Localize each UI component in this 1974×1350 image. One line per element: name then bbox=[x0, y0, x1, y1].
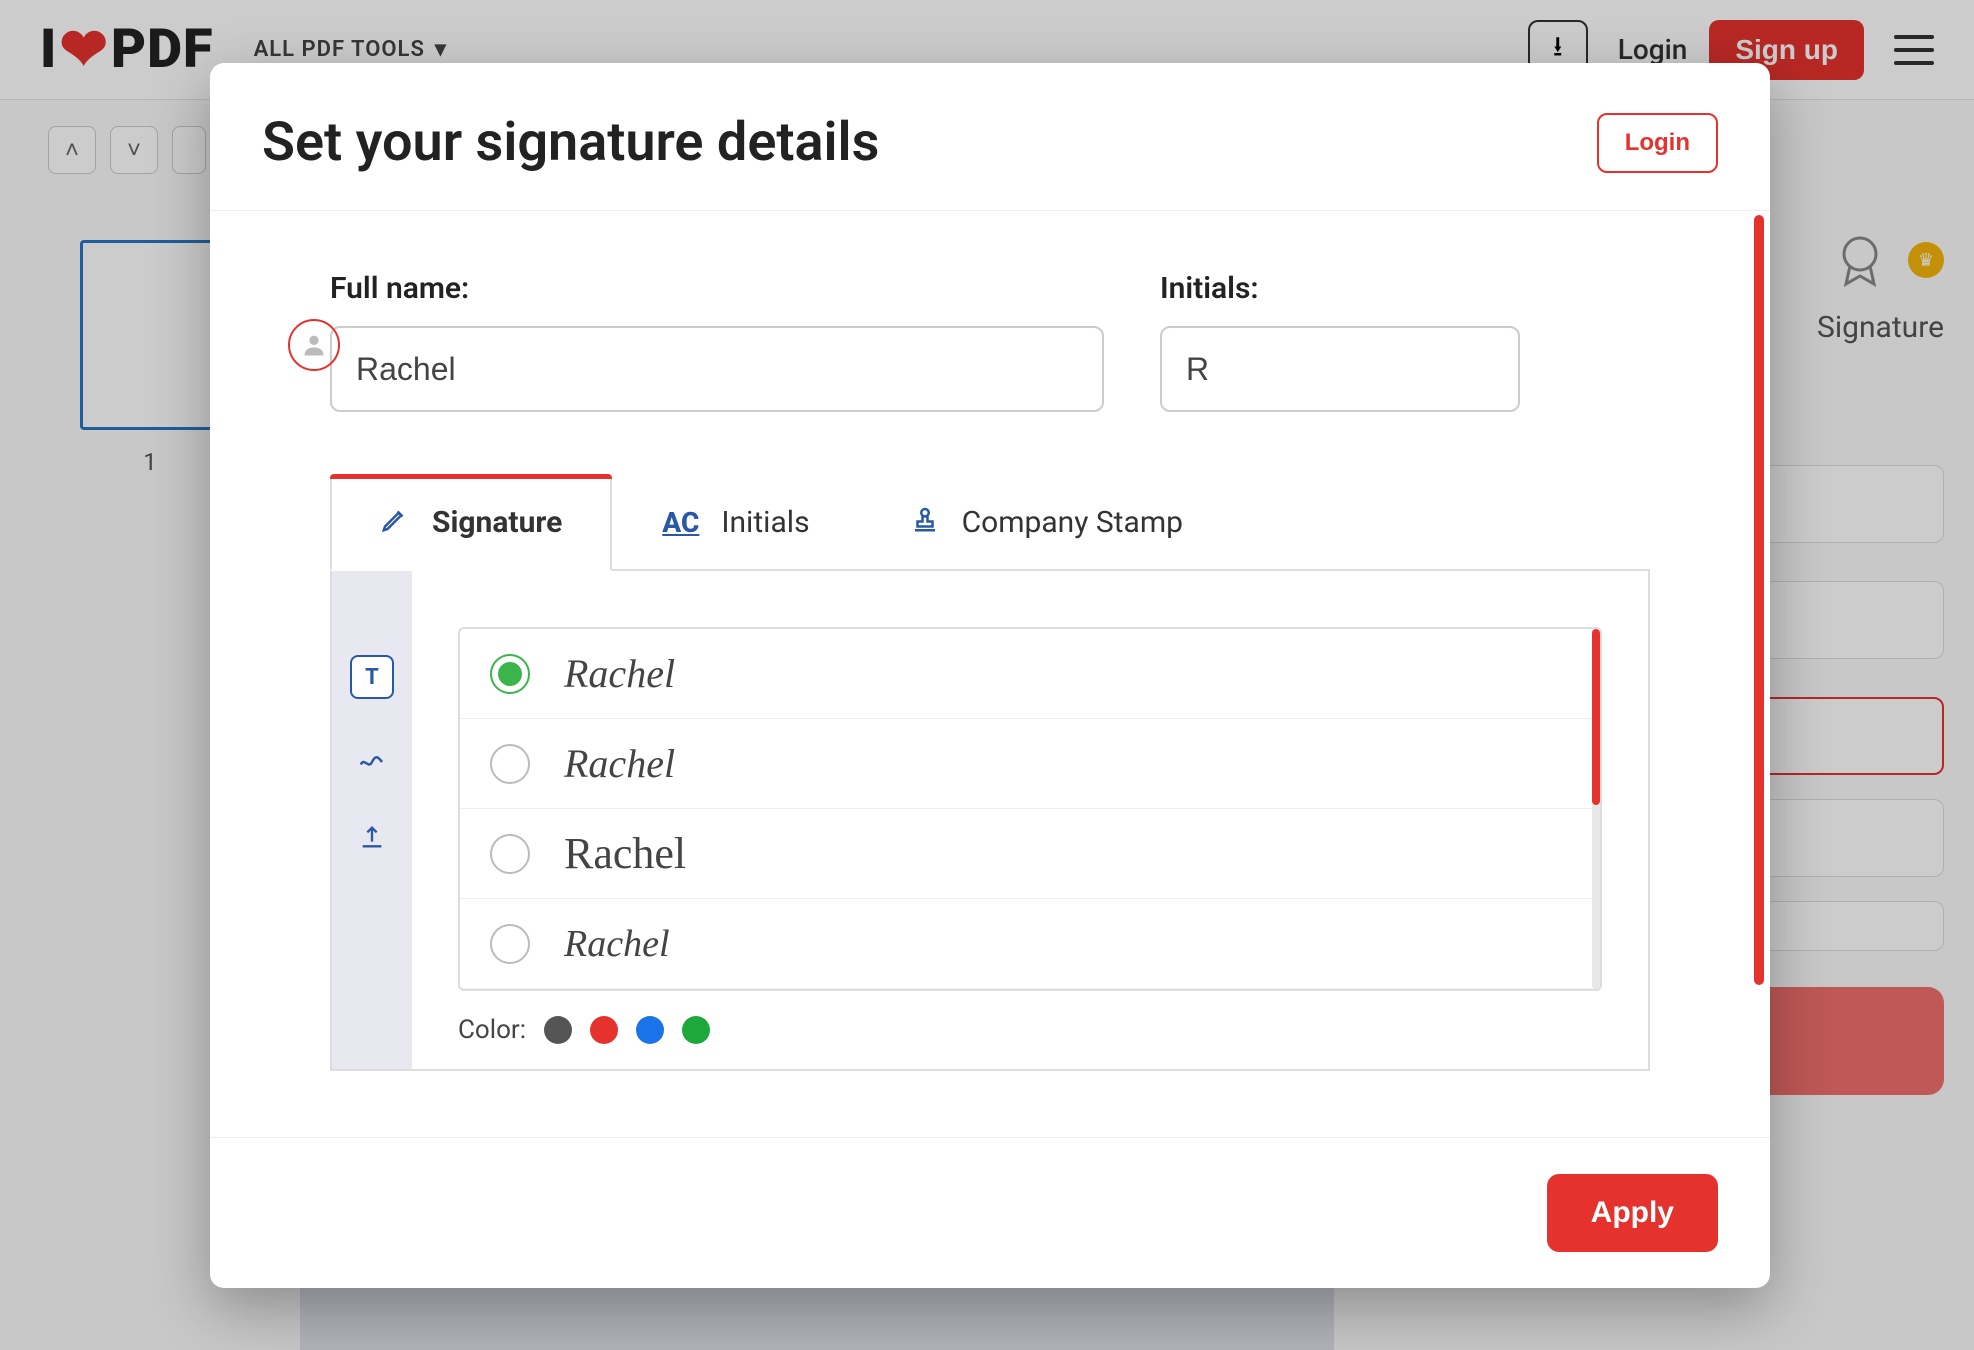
modal-footer: Apply bbox=[210, 1137, 1770, 1288]
fullname-input[interactable] bbox=[330, 326, 1104, 412]
initials-input[interactable] bbox=[1160, 326, 1520, 412]
modal-scrollbar[interactable] bbox=[1754, 215, 1764, 985]
font-option-1[interactable]: Rachel bbox=[460, 629, 1600, 719]
tab-signature-label: Signature bbox=[432, 505, 562, 540]
signature-modal: Set your signature details Login Full na… bbox=[210, 63, 1770, 1288]
pen-icon bbox=[380, 504, 410, 541]
tab-company-stamp-label: Company Stamp bbox=[962, 505, 1183, 540]
font-preview-2: Rachel bbox=[564, 740, 675, 787]
tab-initials[interactable]: AC Initials bbox=[612, 474, 859, 569]
fullname-label: Full name: bbox=[330, 271, 1104, 306]
initials-ac-icon: AC bbox=[662, 506, 699, 539]
tab-initials-label: Initials bbox=[721, 505, 809, 540]
font-preview-1: Rachel bbox=[564, 650, 675, 697]
font-options-panel: Rachel Rachel Rachel Rachel bbox=[412, 571, 1648, 1069]
color-swatch-red[interactable] bbox=[590, 1016, 618, 1044]
font-option-3[interactable]: Rachel bbox=[460, 809, 1600, 899]
radio-unselected[interactable] bbox=[490, 744, 530, 784]
draw-mode-button[interactable] bbox=[350, 735, 394, 779]
font-list[interactable]: Rachel Rachel Rachel Rachel bbox=[458, 627, 1602, 991]
color-swatch-grey[interactable] bbox=[544, 1016, 572, 1044]
initials-field-block: Initials: bbox=[1160, 271, 1520, 412]
font-preview-3: Rachel bbox=[564, 828, 686, 879]
modal-login-button[interactable]: Login bbox=[1597, 113, 1718, 173]
color-picker-row: Color: bbox=[458, 1015, 1602, 1045]
color-swatch-green[interactable] bbox=[682, 1016, 710, 1044]
radio-unselected[interactable] bbox=[490, 924, 530, 964]
fullname-field-block: Full name: bbox=[330, 271, 1104, 412]
stamp-icon bbox=[910, 504, 940, 541]
radio-unselected[interactable] bbox=[490, 834, 530, 874]
upload-mode-button[interactable] bbox=[350, 815, 394, 859]
font-preview-4: Rachel bbox=[564, 922, 670, 966]
initials-label: Initials: bbox=[1160, 271, 1520, 306]
apply-button[interactable]: Apply bbox=[1547, 1174, 1718, 1252]
avatar-icon bbox=[288, 319, 340, 371]
modal-body: Full name: Initials: Signature AC Initia… bbox=[210, 211, 1770, 1137]
signature-mode-sidebar: T bbox=[332, 571, 412, 1069]
font-option-4[interactable]: Rachel bbox=[460, 899, 1600, 989]
modal-header: Set your signature details Login bbox=[210, 63, 1770, 211]
radio-selected[interactable] bbox=[490, 654, 530, 694]
signature-style-panel: T Rachel Rache bbox=[330, 571, 1650, 1071]
modal-title: Set your signature details bbox=[262, 111, 879, 174]
tab-signature[interactable]: Signature bbox=[330, 474, 612, 571]
text-mode-button[interactable]: T bbox=[350, 655, 394, 699]
signature-tabs: Signature AC Initials Company Stamp bbox=[330, 474, 1650, 571]
font-option-2[interactable]: Rachel bbox=[460, 719, 1600, 809]
color-swatch-blue[interactable] bbox=[636, 1016, 664, 1044]
color-label: Color: bbox=[458, 1015, 526, 1045]
font-list-scrollbar-thumb[interactable] bbox=[1592, 629, 1600, 805]
tab-company-stamp[interactable]: Company Stamp bbox=[860, 474, 1233, 569]
